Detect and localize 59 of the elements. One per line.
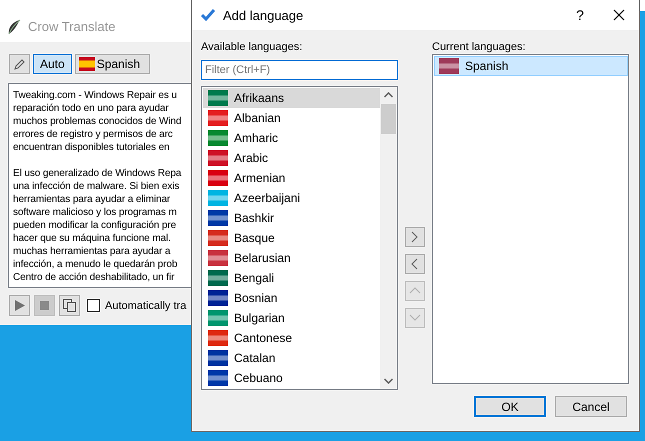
current-languages-label: Current languages: <box>432 41 527 55</box>
language-item[interactable]: Bashkir <box>203 208 380 228</box>
language-item[interactable]: Armenian <box>203 168 380 188</box>
filter-field[interactable]: Filter (Ctrl+F) <box>201 60 398 80</box>
crow-logo-icon <box>6 18 22 34</box>
window-title: Crow Translate <box>28 19 116 34</box>
play-icon <box>14 300 24 311</box>
scrollbar[interactable] <box>380 87 397 389</box>
pencil-icon <box>13 58 26 70</box>
text-line: una infección de malware. Si bien exis <box>13 180 180 193</box>
cancel-button[interactable]: Cancel <box>555 396 627 417</box>
language-item[interactable]: Albanian <box>203 108 380 128</box>
checkbox-label: Automatically tra <box>105 300 186 312</box>
scrollbar-thumb[interactable] <box>381 104 396 134</box>
stop-icon <box>40 301 49 310</box>
language-item[interactable]: Arabic <box>203 148 380 168</box>
add-button[interactable] <box>405 227 425 247</box>
language-item[interactable]: Bulgarian <box>203 308 380 328</box>
language-item[interactable]: Belarusian <box>203 248 380 268</box>
text-line: hacer que su máquina funcione mal. <box>13 232 172 245</box>
text-line: software malicioso y los programas m <box>13 206 178 219</box>
text-line: Centro de acción deshabilitado, un fir <box>13 271 176 284</box>
text-line: reparación todo en uno para ayudar <box>13 102 170 115</box>
text-line: pueden modificar la configuración pre <box>13 219 178 232</box>
source-language-button[interactable]: Auto <box>33 54 72 74</box>
text-line: El uso generalizado de Windows Repa <box>13 167 182 180</box>
checkmark-icon <box>201 9 215 21</box>
close-icon[interactable] <box>613 9 625 21</box>
remove-button[interactable] <box>405 254 425 274</box>
language-item[interactable]: Catalan <box>203 348 380 368</box>
dialog-title: Add language <box>223 8 304 22</box>
text-line: Tweaking.com - Windows Repair es u <box>13 89 178 102</box>
text-line: herramientas para ayudar a eliminar <box>13 193 172 206</box>
copy-button[interactable] <box>59 295 80 316</box>
text-line: errores de registro y permisos de arc <box>13 128 174 141</box>
edit-button[interactable] <box>9 54 30 74</box>
copy-icon <box>63 299 76 312</box>
help-button[interactable]: ? <box>573 7 587 23</box>
language-item[interactable]: Bosnian <box>203 288 380 308</box>
play-button[interactable] <box>9 295 30 316</box>
text-line: encuentran disponibles tutoriales en <box>13 141 171 154</box>
source-text-area[interactable] <box>8 83 192 288</box>
text-line: muchos problemas conocidos de Wind <box>13 115 182 128</box>
language-item[interactable]: Afrikaans <box>203 88 380 108</box>
language-item[interactable]: Spanish <box>434 56 628 76</box>
text-line: muchas herramientas para ayudar a <box>13 245 172 258</box>
available-languages-label: Available languages: <box>201 41 304 55</box>
language-item[interactable]: Amharic <box>203 128 380 148</box>
ok-button[interactable]: OK <box>474 396 546 417</box>
language-item[interactable]: Bengali <box>203 268 380 288</box>
scroll-down-icon[interactable] <box>384 378 393 384</box>
scroll-up-icon[interactable] <box>384 92 393 98</box>
language-item[interactable]: Cebuano <box>203 368 380 388</box>
text-line: infección, a menudo le quedarán prob <box>13 258 178 271</box>
checkbox[interactable] <box>87 299 100 312</box>
language-item[interactable]: Azeerbaijani <box>203 188 380 208</box>
language-item[interactable]: Cantonese <box>203 328 380 348</box>
language-item[interactable]: Basque <box>203 228 380 248</box>
language-button[interactable]: Spanish <box>74 54 150 74</box>
